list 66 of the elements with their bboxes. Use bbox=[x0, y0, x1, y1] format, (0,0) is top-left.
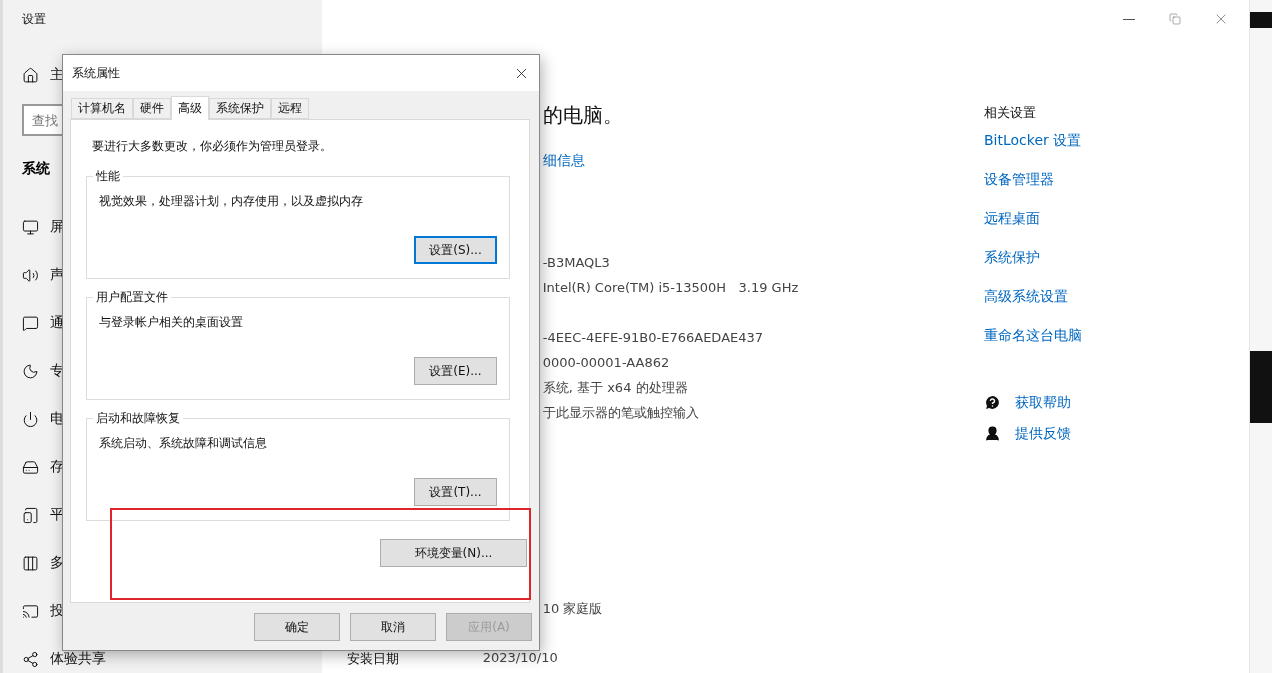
nav-item[interactable]: 通 bbox=[50, 314, 64, 332]
nav-label[interactable]: 主 bbox=[50, 66, 64, 84]
related-link[interactable]: 系统保护 bbox=[984, 249, 1249, 267]
related-link[interactable]: 设备管理器 bbox=[984, 171, 1249, 189]
help-icon bbox=[984, 394, 1001, 411]
nav-item[interactable]: 存 bbox=[50, 458, 64, 476]
speech-bubble-icon bbox=[22, 314, 39, 332]
tablet-icon bbox=[22, 506, 39, 524]
dialog-button[interactable]: 取消 bbox=[350, 613, 436, 641]
spec-value: 10 家庭版 bbox=[542, 600, 604, 618]
window-title: 设置 bbox=[22, 11, 47, 28]
related-link[interactable]: BitLocker 设置 bbox=[984, 132, 1249, 150]
spec-value: 系统, 基于 x64 的处理器 bbox=[542, 379, 689, 397]
settings-button[interactable]: 设置(E)... bbox=[414, 357, 497, 385]
nav-item[interactable]: 体验共享 bbox=[50, 650, 106, 668]
spec-value: 2023/10/10 bbox=[482, 650, 558, 667]
environment-variables-button[interactable]: 环境变量(N)... bbox=[380, 539, 527, 567]
related-settings-title: 相关设置 bbox=[984, 104, 1037, 122]
settings-button[interactable]: 设置(T)... bbox=[414, 478, 497, 506]
spec-label: 安装日期 bbox=[346, 650, 400, 668]
section-title: 系统 bbox=[22, 160, 50, 178]
tab[interactable]: 高级 bbox=[171, 96, 209, 120]
spec-value: 于此显示器的笔或触控输入 bbox=[542, 404, 700, 422]
tab[interactable]: 系统保护 bbox=[209, 98, 271, 119]
spec-value: Intel(R) Core(TM) i5-13500H 3.19 GHz bbox=[542, 279, 800, 297]
spec-value: 0000-00001-AA862 bbox=[542, 354, 671, 372]
help-link[interactable]: 提供反馈 bbox=[1015, 424, 1071, 443]
related-link[interactable]: 远程桌面 bbox=[984, 210, 1249, 228]
help-link[interactable]: 获取帮助 bbox=[1015, 393, 1071, 412]
group-title: 用户配置文件 bbox=[93, 289, 171, 306]
group-description: 视觉效果，处理器计划，内存使用，以及虚拟内存 bbox=[99, 193, 364, 210]
spec-value: -B3MAQL3 bbox=[542, 254, 611, 272]
tab[interactable]: 硬件 bbox=[133, 98, 171, 119]
monitor-icon bbox=[22, 218, 39, 236]
tab[interactable]: 计算机名 bbox=[71, 98, 133, 119]
related-link[interactable]: 高级系统设置 bbox=[984, 288, 1249, 306]
page-heading: 的电脑。 bbox=[542, 102, 624, 129]
group-title: 性能 bbox=[93, 168, 123, 185]
group-title: 启动和故障恢复 bbox=[93, 410, 183, 427]
columns-icon bbox=[22, 554, 39, 572]
group-description: 与登录帐户相关的桌面设置 bbox=[99, 314, 244, 331]
tab[interactable]: 远程 bbox=[271, 98, 309, 119]
notice-text: 要进行大多数更改，你必须作为管理员登录。 bbox=[92, 138, 333, 155]
screen-cast-icon bbox=[22, 602, 39, 620]
dialog-button[interactable]: 确定 bbox=[254, 613, 340, 641]
restore-icon bbox=[1169, 13, 1181, 25]
person-icon bbox=[984, 425, 1001, 442]
group-description: 系统启动、系统故障和调试信息 bbox=[99, 435, 268, 452]
drive-icon bbox=[22, 458, 39, 476]
dialog-title: 系统属性 bbox=[72, 64, 120, 82]
nav-item[interactable]: 多 bbox=[50, 554, 64, 572]
share-icon bbox=[22, 650, 39, 668]
details-link[interactable]: 细信息 bbox=[542, 152, 984, 170]
spec-value: -4EEC-4EFE-91B0-E766AEDAE437 bbox=[542, 329, 765, 347]
nav-item[interactable]: 专 bbox=[50, 362, 64, 380]
nav-item[interactable]: 声 bbox=[50, 266, 64, 284]
moon-icon bbox=[22, 362, 39, 380]
home-icon bbox=[22, 66, 39, 84]
settings-button[interactable]: 设置(S)... bbox=[414, 236, 497, 264]
speaker-icon bbox=[22, 266, 39, 284]
power-icon bbox=[22, 410, 39, 428]
nav-item[interactable]: 屏 bbox=[50, 218, 64, 236]
minimize-icon bbox=[1123, 18, 1135, 20]
nav-item[interactable]: 投 bbox=[50, 602, 64, 620]
nav-item[interactable]: 平 bbox=[50, 506, 64, 524]
related-link[interactable]: 重命名这台电脑 bbox=[984, 327, 1249, 345]
